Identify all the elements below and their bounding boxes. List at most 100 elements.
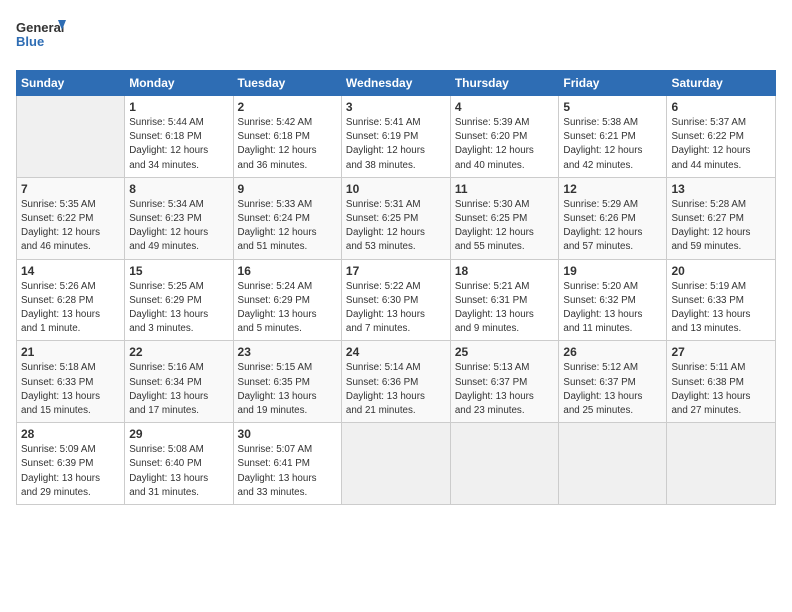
day-number: 12 bbox=[563, 182, 662, 196]
day-info: Sunrise: 5:12 AM Sunset: 6:37 PM Dayligh… bbox=[563, 361, 662, 418]
day-number: 8 bbox=[129, 182, 228, 196]
calendar-cell bbox=[450, 423, 559, 505]
day-info: Sunrise: 5:22 AM Sunset: 6:30 PM Dayligh… bbox=[346, 280, 446, 337]
day-number: 5 bbox=[563, 100, 662, 114]
logo: General Blue bbox=[16, 16, 66, 58]
calendar-cell: 20Sunrise: 5:19 AM Sunset: 6:33 PM Dayli… bbox=[667, 259, 776, 341]
day-number: 27 bbox=[671, 345, 771, 359]
day-info: Sunrise: 5:37 AM Sunset: 6:22 PM Dayligh… bbox=[671, 116, 771, 173]
calendar-cell: 13 Sunrise: 5:28 AM Sunset: 6:27 PM Dayli… bbox=[667, 177, 776, 259]
day-number: 14 bbox=[21, 264, 120, 278]
calendar-cell: 21 Sunrise: 5:18 AM Sunset: 6:33 PM Dayli… bbox=[17, 341, 125, 423]
calendar-cell: 28 Sunrise: 5:09 AM Sunset: 6:39 PM Dayli… bbox=[17, 423, 125, 505]
day-number: 22 bbox=[129, 345, 228, 359]
day-number: 25 bbox=[455, 345, 555, 359]
day-number: 18 bbox=[455, 264, 555, 278]
calendar-cell: 27 Sunrise: 5:11 AM Sunset: 6:38 PM Dayli… bbox=[667, 341, 776, 423]
day-info: Sunrise: 5:41 AM Sunset: 6:19 PM Dayligh… bbox=[346, 116, 446, 173]
day-number: 26 bbox=[563, 345, 662, 359]
day-info: Sunrise: 5:33 AM Sunset: 6:24 PM Dayligh… bbox=[238, 198, 337, 255]
day-info: Sunrise: 5:21 AM Sunset: 6:31 PM Dayligh… bbox=[455, 280, 555, 337]
calendar-cell bbox=[341, 423, 450, 505]
svg-text:Blue: Blue bbox=[16, 34, 44, 49]
day-info: Sunrise: 5:39 AM Sunset: 6:20 PM Dayligh… bbox=[455, 116, 555, 173]
calendar-cell: 16 Sunrise: 5:24 AM Sunset: 6:29 PM Dayli… bbox=[233, 259, 341, 341]
day-info: Sunrise: 5:15 AM Sunset: 6:35 PM Dayligh… bbox=[238, 361, 337, 418]
calendar-cell: 23 Sunrise: 5:15 AM Sunset: 6:35 PM Dayli… bbox=[233, 341, 341, 423]
calendar-cell: 12 Sunrise: 5:29 AM Sunset: 6:26 PM Dayli… bbox=[559, 177, 667, 259]
day-info: Sunrise: 5:25 AM Sunset: 6:29 PM Dayligh… bbox=[129, 280, 228, 337]
day-info: Sunrise: 5:09 AM Sunset: 6:39 PM Dayligh… bbox=[21, 443, 120, 500]
day-number: 29 bbox=[129, 427, 228, 441]
day-number: 9 bbox=[238, 182, 337, 196]
day-info: Sunrise: 5:20 AM Sunset: 6:32 PM Dayligh… bbox=[563, 280, 662, 337]
calendar-cell: 7 Sunrise: 5:35 AM Sunset: 6:22 PM Daylig… bbox=[17, 177, 125, 259]
day-info: Sunrise: 5:29 AM Sunset: 6:26 PM Dayligh… bbox=[563, 198, 662, 255]
day-info: Sunrise: 5:26 AM Sunset: 6:28 PM Dayligh… bbox=[21, 280, 120, 337]
day-info: Sunrise: 5:07 AM Sunset: 6:41 PM Dayligh… bbox=[238, 443, 337, 500]
calendar-cell bbox=[667, 423, 776, 505]
weekday-header-monday: Monday bbox=[125, 71, 233, 96]
day-info: Sunrise: 5:35 AM Sunset: 6:22 PM Dayligh… bbox=[21, 198, 120, 255]
day-number: 6 bbox=[671, 100, 771, 114]
day-number: 3 bbox=[346, 100, 446, 114]
calendar-cell: 3 Sunrise: 5:41 AM Sunset: 6:19 PM Daylig… bbox=[341, 96, 450, 178]
day-info: Sunrise: 5:16 AM Sunset: 6:34 PM Dayligh… bbox=[129, 361, 228, 418]
day-number: 4 bbox=[455, 100, 555, 114]
weekday-header-tuesday: Tuesday bbox=[233, 71, 341, 96]
calendar-cell bbox=[559, 423, 667, 505]
day-number: 7 bbox=[21, 182, 120, 196]
day-number: 2 bbox=[238, 100, 337, 114]
weekday-header-friday: Friday bbox=[559, 71, 667, 96]
day-info: Sunrise: 5:11 AM Sunset: 6:38 PM Dayligh… bbox=[671, 361, 771, 418]
day-number: 30 bbox=[238, 427, 337, 441]
day-info: Sunrise: 5:14 AM Sunset: 6:36 PM Dayligh… bbox=[346, 361, 446, 418]
day-number: 15 bbox=[129, 264, 228, 278]
calendar-cell: 11 Sunrise: 5:30 AM Sunset: 6:25 PM Dayli… bbox=[450, 177, 559, 259]
calendar-cell: 18 Sunrise: 5:21 AM Sunset: 6:31 PM Dayli… bbox=[450, 259, 559, 341]
weekday-header-saturday: Saturday bbox=[667, 71, 776, 96]
calendar-cell: 24Sunrise: 5:14 AM Sunset: 6:36 PM Dayli… bbox=[341, 341, 450, 423]
calendar-cell: 22 Sunrise: 5:16 AM Sunset: 6:34 PM Dayli… bbox=[125, 341, 233, 423]
calendar-cell: 19 Sunrise: 5:20 AM Sunset: 6:32 PM Dayli… bbox=[559, 259, 667, 341]
calendar-cell: 29Sunrise: 5:08 AM Sunset: 6:40 PM Dayli… bbox=[125, 423, 233, 505]
calendar-cell: 30 Sunrise: 5:07 AM Sunset: 6:41 PM Dayli… bbox=[233, 423, 341, 505]
day-number: 17 bbox=[346, 264, 446, 278]
page-header: General Blue bbox=[16, 16, 776, 58]
day-info: Sunrise: 5:28 AM Sunset: 6:27 PM Dayligh… bbox=[671, 198, 771, 255]
day-info: Sunrise: 5:34 AM Sunset: 6:23 PM Dayligh… bbox=[129, 198, 228, 255]
calendar-cell bbox=[17, 96, 125, 178]
calendar-cell: 9 Sunrise: 5:33 AM Sunset: 6:24 PM Daylig… bbox=[233, 177, 341, 259]
day-number: 23 bbox=[238, 345, 337, 359]
calendar-cell: 17 Sunrise: 5:22 AM Sunset: 6:30 PM Dayli… bbox=[341, 259, 450, 341]
day-info: Sunrise: 5:38 AM Sunset: 6:21 PM Dayligh… bbox=[563, 116, 662, 173]
calendar-cell: 14 Sunrise: 5:26 AM Sunset: 6:28 PM Dayli… bbox=[17, 259, 125, 341]
logo-icon: General Blue bbox=[16, 16, 66, 58]
day-number: 11 bbox=[455, 182, 555, 196]
day-info: Sunrise: 5:24 AM Sunset: 6:29 PM Dayligh… bbox=[238, 280, 337, 337]
calendar-cell: 5 Sunrise: 5:38 AM Sunset: 6:21 PM Daylig… bbox=[559, 96, 667, 178]
calendar-cell: 1Sunrise: 5:44 AM Sunset: 6:18 PM Daylig… bbox=[125, 96, 233, 178]
weekday-header-thursday: Thursday bbox=[450, 71, 559, 96]
svg-text:General: General bbox=[16, 20, 64, 35]
weekday-header-sunday: Sunday bbox=[17, 71, 125, 96]
calendar-cell: 4 Sunrise: 5:39 AM Sunset: 6:20 PM Daylig… bbox=[450, 96, 559, 178]
calendar-table: SundayMondayTuesdayWednesdayThursdayFrid… bbox=[16, 70, 776, 505]
calendar-cell: 15 Sunrise: 5:25 AM Sunset: 6:29 PM Dayli… bbox=[125, 259, 233, 341]
day-info: Sunrise: 5:31 AM Sunset: 6:25 PM Dayligh… bbox=[346, 198, 446, 255]
day-number: 16 bbox=[238, 264, 337, 278]
calendar-cell: 6 Sunrise: 5:37 AM Sunset: 6:22 PM Daylig… bbox=[667, 96, 776, 178]
day-info: Sunrise: 5:18 AM Sunset: 6:33 PM Dayligh… bbox=[21, 361, 120, 418]
calendar-cell: 26 Sunrise: 5:12 AM Sunset: 6:37 PM Dayli… bbox=[559, 341, 667, 423]
day-info: Sunrise: 5:42 AM Sunset: 6:18 PM Dayligh… bbox=[238, 116, 337, 173]
day-number: 20 bbox=[671, 264, 771, 278]
calendar-cell: 2 Sunrise: 5:42 AM Sunset: 6:18 PM Daylig… bbox=[233, 96, 341, 178]
day-info: Sunrise: 5:30 AM Sunset: 6:25 PM Dayligh… bbox=[455, 198, 555, 255]
day-number: 19 bbox=[563, 264, 662, 278]
day-number: 28 bbox=[21, 427, 120, 441]
day-number: 13 bbox=[671, 182, 771, 196]
day-info: Sunrise: 5:13 AM Sunset: 6:37 PM Dayligh… bbox=[455, 361, 555, 418]
calendar-cell: 8 Sunrise: 5:34 AM Sunset: 6:23 PM Daylig… bbox=[125, 177, 233, 259]
calendar-cell: 25 Sunrise: 5:13 AM Sunset: 6:37 PM Dayli… bbox=[450, 341, 559, 423]
day-number: 21 bbox=[21, 345, 120, 359]
